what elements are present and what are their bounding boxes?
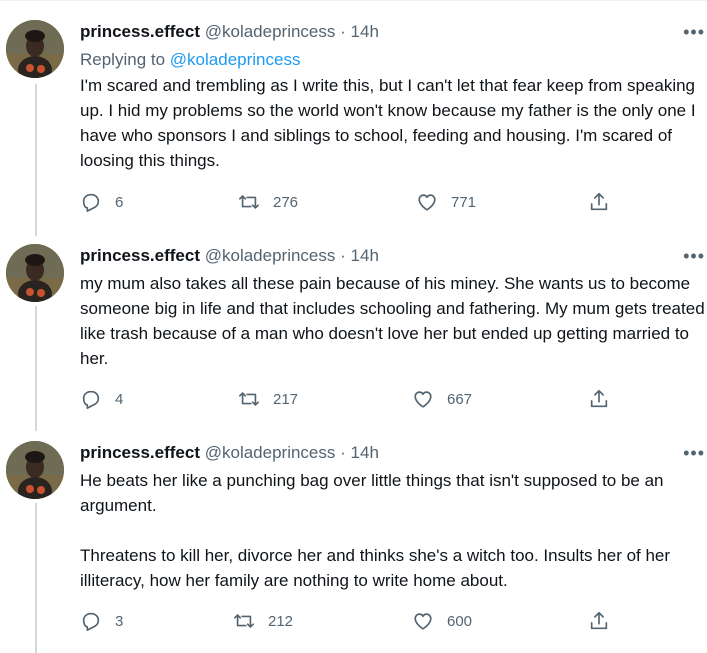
share-button[interactable] [588, 387, 610, 411]
like-button[interactable]: 771 [416, 190, 476, 214]
reply-button[interactable]: 4 [80, 387, 123, 411]
like-button[interactable]: 667 [412, 387, 472, 411]
avatar[interactable] [6, 244, 64, 302]
tweet-text: He beats her like a punching bag over li… [80, 471, 671, 590]
retweet-count: 276 [273, 193, 299, 211]
timestamp[interactable]: 14h [351, 246, 379, 265]
tweet-header: princess.effect @koladeprincess · 14h [80, 244, 379, 268]
more-icon[interactable]: ••• [683, 244, 705, 268]
more-icon[interactable]: ••• [683, 441, 705, 465]
retweet-count: 217 [273, 390, 299, 408]
heart-icon [414, 391, 432, 408]
reply-icon [82, 390, 100, 409]
retweet-icon [239, 392, 259, 406]
reply-count: 6 [115, 193, 124, 211]
reply-icon [82, 612, 100, 631]
share-button[interactable] [588, 190, 610, 214]
display-name[interactable]: princess.effect [80, 22, 200, 41]
separator: · [340, 246, 346, 265]
heart-icon [414, 613, 432, 630]
like-count: 771 [451, 193, 477, 211]
retweet-icon [234, 614, 254, 628]
reply-button[interactable]: 6 [80, 190, 123, 214]
share-button[interactable] [588, 609, 610, 633]
tweet-actions: 3 212 600 [80, 609, 620, 633]
tweet[interactable]: princess.effect @koladeprincess · 14h ••… [0, 20, 707, 230]
tweet-actions: 6 276 771 [80, 190, 620, 214]
tweet-header: princess.effect @koladeprincess · 14h [80, 441, 379, 465]
retweet-button[interactable]: 212 [233, 609, 293, 633]
heart-icon [418, 194, 436, 211]
avatar[interactable] [6, 20, 64, 78]
retweet-icon [239, 195, 259, 209]
tweet[interactable]: princess.effect @koladeprincess · 14h ••… [0, 244, 707, 424]
display-name[interactable]: princess.effect [80, 246, 200, 265]
replying-handle-link[interactable]: @koladeprincess [170, 50, 301, 69]
tweet-header: princess.effect @koladeprincess · 14h [80, 20, 379, 44]
tweet-actions: 4 217 667 [80, 387, 620, 411]
like-button[interactable]: 600 [412, 609, 472, 633]
timestamp[interactable]: 14h [351, 22, 379, 41]
more-icon[interactable]: ••• [683, 20, 705, 44]
reply-count: 4 [115, 390, 124, 408]
timestamp[interactable]: 14h [351, 443, 379, 462]
top-border [0, 0, 707, 6]
reply-count: 3 [115, 612, 124, 630]
tweet-text: I'm scared and trembling as I write this… [80, 76, 701, 170]
share-icon [590, 192, 608, 211]
separator: · [340, 443, 346, 462]
reply-icon [82, 193, 100, 212]
retweet-button[interactable]: 217 [238, 387, 298, 411]
retweet-count: 212 [268, 612, 294, 630]
tweet[interactable]: princess.effect @koladeprincess · 14h ••… [0, 441, 707, 651]
user-handle[interactable]: @koladeprincess [205, 246, 336, 265]
separator: · [340, 22, 346, 41]
display-name[interactable]: princess.effect [80, 443, 200, 462]
avatar[interactable] [6, 441, 64, 499]
retweet-button[interactable]: 276 [238, 190, 298, 214]
user-handle[interactable]: @koladeprincess [205, 22, 336, 41]
share-icon [590, 389, 608, 408]
like-count: 600 [447, 612, 473, 630]
share-icon [590, 611, 608, 630]
reply-button[interactable]: 3 [80, 609, 123, 633]
user-handle[interactable]: @koladeprincess [205, 443, 336, 462]
replying-prefix: Replying to [80, 50, 166, 69]
like-count: 667 [447, 390, 473, 408]
tweet-text: my mum also takes all these pain because… [80, 274, 705, 368]
replying-to: Replying to @koladeprincess [80, 48, 300, 72]
